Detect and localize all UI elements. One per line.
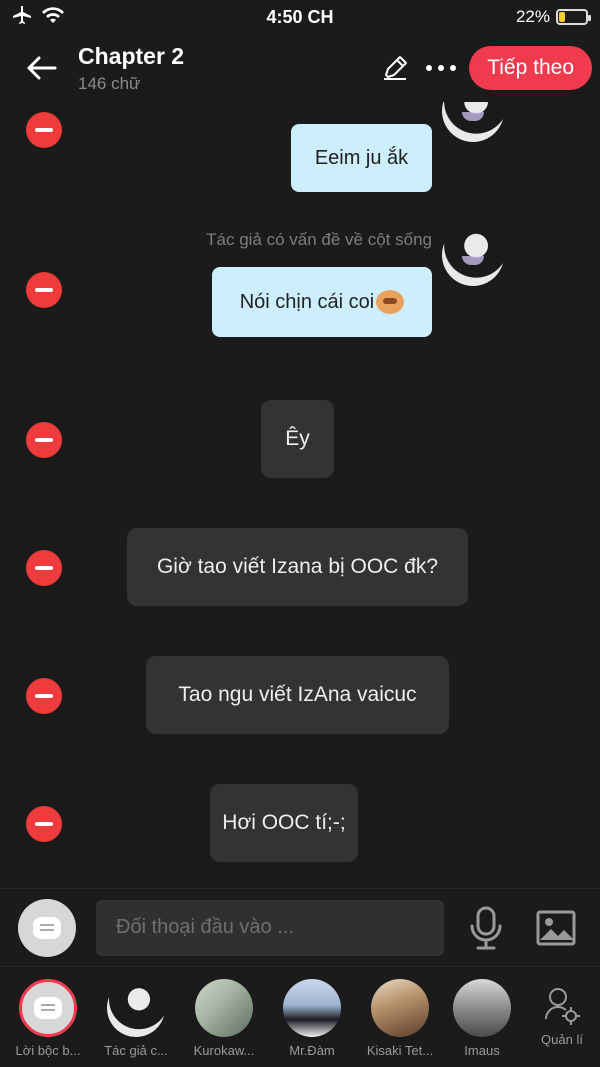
message-bubble[interactable]: Hơi OOC tí;-; xyxy=(210,784,358,862)
drag-handle-icon[interactable] xyxy=(534,815,570,835)
message-row: Eeim ju ắk xyxy=(0,102,600,222)
chat-bubble-icon xyxy=(33,916,61,939)
character-label: Tác giả c... xyxy=(104,1043,168,1058)
drag-handle-icon[interactable] xyxy=(534,280,570,300)
input-bar: Đối thoại đầu vào ... xyxy=(0,888,600,966)
delete-message-button[interactable] xyxy=(26,422,62,458)
character-imaus[interactable]: Imaus xyxy=(442,979,522,1058)
chat-bubble-icon xyxy=(34,997,62,1019)
message-bubble[interactable]: Giờ tao viết Izana bị OOC đk? xyxy=(127,528,468,606)
message-text: Nói chịn cái coi xyxy=(239,290,375,313)
author-avatar xyxy=(442,224,504,286)
delete-message-button[interactable] xyxy=(26,806,62,842)
drag-handle-icon[interactable] xyxy=(534,559,570,579)
battery-percent: 22% xyxy=(515,7,550,26)
edit-pencil-icon[interactable] xyxy=(377,50,413,86)
title-block: Chapter 2 146 chữ xyxy=(78,43,377,94)
speaker-name: Tác giả có vấn đề về cột sống xyxy=(206,230,432,249)
status-bar: 4:50 CH 22% xyxy=(0,0,600,34)
character-label: Kisaki Tet... xyxy=(366,1043,434,1058)
delete-message-button[interactable] xyxy=(26,112,62,148)
drag-handle-icon[interactable] xyxy=(534,687,570,707)
delete-message-button[interactable] xyxy=(26,678,62,714)
word-count: 146 chữ xyxy=(78,73,141,93)
narrator-avatar xyxy=(19,979,77,1037)
character-bar: Lời bộc b... Tác giả c... Kurokaw... Mr.… xyxy=(0,966,600,1067)
manage-characters-button[interactable]: Quản lí xyxy=(532,985,592,1047)
status-time: 4:50 CH xyxy=(266,6,334,27)
author-avatar xyxy=(107,979,165,1037)
character-kisaki[interactable]: Kisaki Tet... xyxy=(360,979,440,1058)
message-row: Tao ngu viết IzAna vaicuc xyxy=(0,656,600,736)
character-narrator[interactable]: Lời bộc b... xyxy=(8,979,88,1058)
message-row: Hơi OOC tí;-; xyxy=(0,784,600,864)
imaus-avatar xyxy=(453,979,511,1037)
image-icon[interactable] xyxy=(536,908,576,948)
message-row: Giờ tao viết Izana bị OOC đk? xyxy=(0,528,600,608)
header: Chapter 2 146 chữ Tiếp theo xyxy=(0,34,600,102)
message-list[interactable]: Eeim ju ắk Tác giả có vấn đề về cột sống… xyxy=(0,102,600,888)
narrator-toggle-button[interactable] xyxy=(18,898,76,957)
more-options-icon[interactable] xyxy=(423,50,459,86)
character-label: Lời bộc b... xyxy=(15,1043,81,1058)
character-label: Imaus xyxy=(464,1043,500,1058)
character-author[interactable]: Tác giả c... xyxy=(96,979,176,1058)
drag-handle-icon[interactable] xyxy=(534,122,570,142)
message-bubble[interactable]: Nói chịn cái coi xyxy=(212,267,432,337)
kurokawa-avatar xyxy=(195,979,253,1037)
drag-handle-icon[interactable] xyxy=(534,431,570,451)
battery-icon xyxy=(556,9,591,25)
character-kurokawa[interactable]: Kurokaw... xyxy=(184,979,264,1058)
chapter-title: Chapter 2 xyxy=(78,42,185,69)
user-settings-icon xyxy=(544,988,580,1025)
message-row: Êy xyxy=(0,400,600,480)
next-chapter-button[interactable]: Tiếp theo xyxy=(469,46,592,90)
dialogue-input[interactable]: Đối thoại đầu vào ... xyxy=(96,899,444,956)
message-bubble[interactable]: Tao ngu viết IzAna vaicuc xyxy=(146,656,449,734)
monkey-emoji-icon xyxy=(376,290,405,314)
kisaki-avatar xyxy=(371,979,429,1037)
mr-dam-avatar xyxy=(283,979,341,1037)
message-bubble[interactable]: Eeim ju ắk xyxy=(291,124,432,192)
microphone-icon[interactable] xyxy=(466,906,506,950)
character-mr-dam[interactable]: Mr.Đàm xyxy=(272,979,352,1058)
message-bubble[interactable]: Êy xyxy=(261,400,334,478)
character-label: Mr.Đàm xyxy=(289,1043,335,1058)
back-arrow-icon[interactable] xyxy=(24,50,60,86)
manage-label: Quản lí xyxy=(541,1032,583,1047)
delete-message-button[interactable] xyxy=(26,550,62,586)
character-label: Kurokaw... xyxy=(193,1043,255,1058)
delete-message-button[interactable] xyxy=(26,272,62,308)
message-row: Tác giả có vấn đề về cột sống Nói chịn c… xyxy=(0,222,600,342)
airplane-icon xyxy=(12,5,32,29)
wifi-icon xyxy=(42,6,64,28)
